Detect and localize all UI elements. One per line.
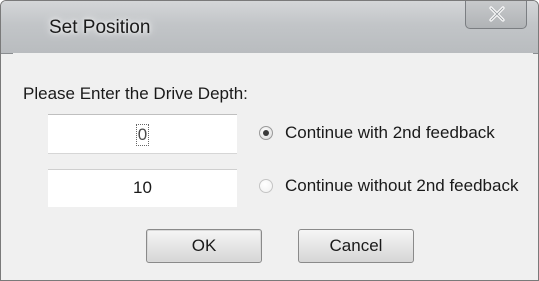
cancel-button[interactable]: Cancel <box>298 229 414 263</box>
radio-continue-with-2nd-feedback[interactable]: Continue with 2nd feedback <box>259 123 495 143</box>
second-value: 10 <box>133 178 152 197</box>
radio-checked-icon[interactable] <box>259 126 273 140</box>
set-position-dialog: Set Position Please Enter the Drive Dept… <box>0 0 539 281</box>
radio-continue-without-2nd-feedback[interactable]: Continue without 2nd feedback <box>259 176 518 196</box>
drive-depth-input[interactable]: 0 <box>48 114 237 154</box>
drive-depth-value: 0 <box>135 124 150 146</box>
title-bar[interactable]: Set Position <box>1 1 538 54</box>
radio-unchecked-icon[interactable] <box>259 179 273 193</box>
close-button[interactable] <box>465 1 527 29</box>
dialog-title: Set Position <box>49 17 151 38</box>
ok-button[interactable]: OK <box>146 229 262 263</box>
second-value-field[interactable]: 10 <box>48 169 237 207</box>
drive-depth-label: Please Enter the Drive Depth: <box>23 84 248 103</box>
radio-label-with-feedback: Continue with 2nd feedback <box>285 123 495 142</box>
radio-label-without-feedback: Continue without 2nd feedback <box>285 176 519 195</box>
close-icon <box>489 6 505 22</box>
